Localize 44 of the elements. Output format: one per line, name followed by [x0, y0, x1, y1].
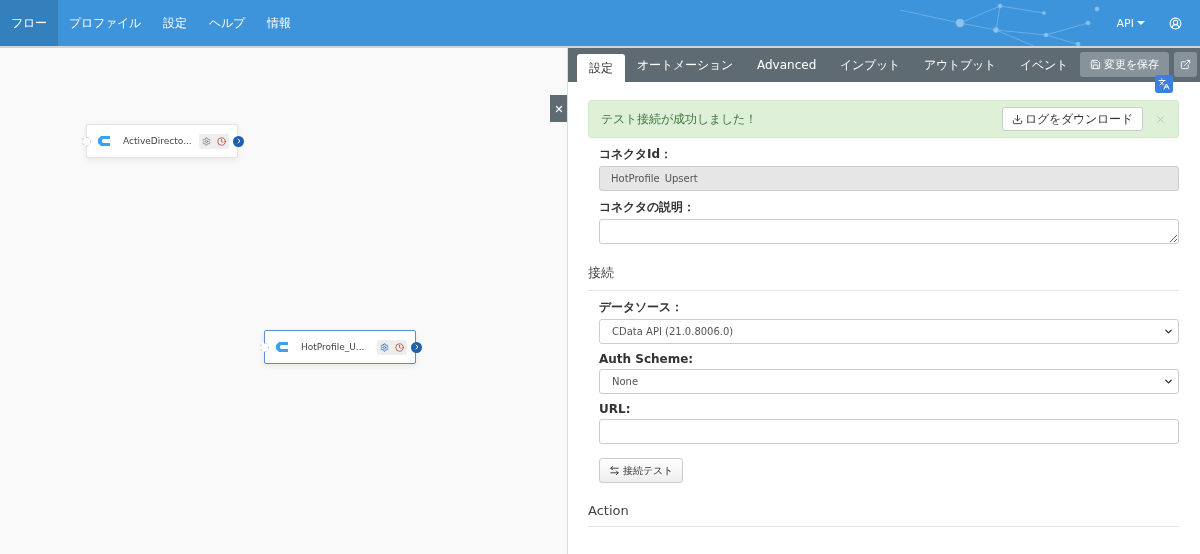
chevron-down-icon	[1163, 376, 1174, 387]
test-connection-button[interactable]: 接続テスト	[599, 458, 683, 483]
nav-item[interactable]: ヘルプ	[198, 0, 256, 46]
nav-item[interactable]: 情報	[256, 0, 302, 46]
panel-tab[interactable]: Advanced	[745, 48, 829, 82]
node-label: HotProfile_U...	[301, 342, 366, 352]
nav-item[interactable]: 設定	[152, 0, 198, 46]
alert-message: テスト接続が成功しました！	[601, 110, 758, 128]
external-link-icon[interactable]	[1174, 52, 1198, 77]
section-heading: 接続	[588, 250, 1179, 291]
close-button[interactable]	[550, 95, 567, 122]
download-icon	[1012, 113, 1023, 125]
panel-tab[interactable]: イベント	[1008, 48, 1081, 82]
input-port-icon[interactable]	[260, 343, 269, 352]
panel-tab[interactable]: インプット	[828, 48, 913, 82]
close-icon	[553, 103, 564, 114]
save-icon	[1090, 59, 1102, 70]
panel-tab[interactable]: オートメーション	[625, 48, 745, 82]
select-field[interactable]: CData API (21.0.8006.0)	[599, 319, 1179, 344]
field-label: URL:	[599, 402, 632, 416]
output-port-icon[interactable]	[411, 341, 422, 353]
field-label: コネクタの説明：	[599, 199, 696, 216]
connector-icon	[97, 135, 111, 147]
arrows-icon	[609, 465, 620, 476]
download-log-button[interactable]: ログをダウンロード	[1002, 107, 1143, 131]
panel-tab[interactable]: アウトプット	[912, 48, 1009, 82]
node-label: ActiveDirecto...	[123, 136, 193, 146]
field-label: データソース：	[599, 299, 684, 316]
save-button[interactable]: 変更を保存	[1080, 52, 1170, 77]
api-menu[interactable]: API	[1102, 0, 1159, 46]
section-heading: Action	[588, 489, 1179, 527]
output-port-icon[interactable]	[233, 135, 244, 147]
nav-item[interactable]: プロファイル	[58, 0, 152, 46]
field-label: Auth Scheme:	[599, 352, 695, 366]
input-field[interactable]	[599, 419, 1179, 444]
caret-icon[interactable]	[1137, 20, 1145, 26]
chevron-down-icon	[1163, 326, 1174, 337]
input-port-icon[interactable]	[82, 137, 91, 146]
connector-icon	[275, 341, 289, 353]
translate-icon[interactable]	[1155, 75, 1173, 93]
field-label: コネクタId：	[599, 146, 674, 163]
nav-item[interactable]: フロー	[0, 0, 58, 46]
select-field[interactable]: None	[599, 369, 1179, 394]
panel-tab[interactable]: 設定	[577, 54, 625, 82]
